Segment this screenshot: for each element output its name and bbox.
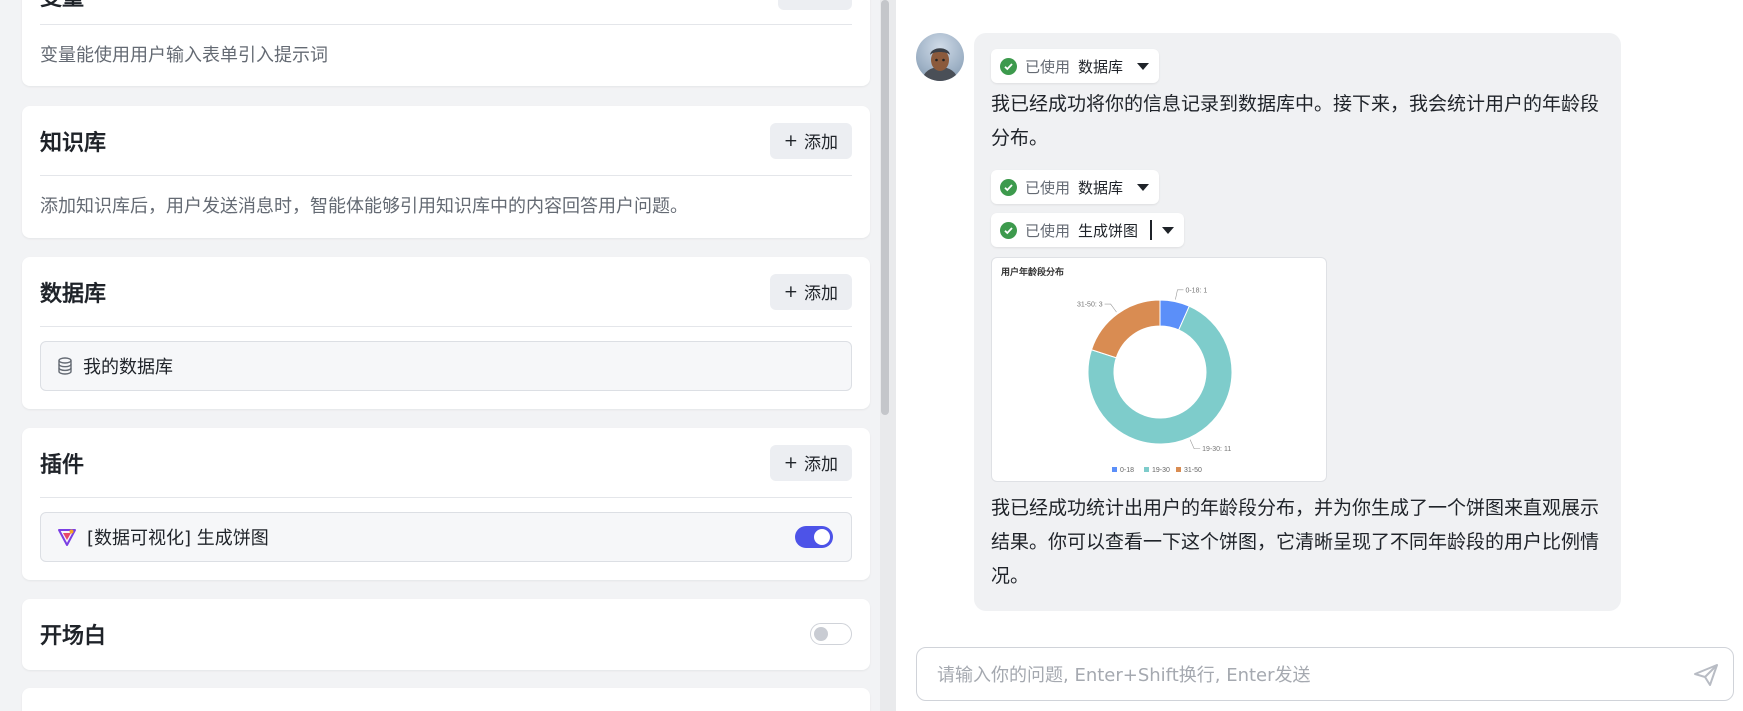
plus-icon: +	[783, 281, 798, 302]
knowledge-description: 添加知识库后，用户发送消息时，智能体能够引用知识库中的内容回答用户问题。	[40, 196, 688, 217]
tool-call-status: 已使用	[1025, 221, 1071, 240]
database-item-label: 我的数据库	[83, 357, 173, 378]
chat-input[interactable]: 请输入你的问题, Enter+Shift换行, Enter发送	[916, 647, 1734, 701]
chart-title: 用户年龄段分布	[1000, 266, 1064, 277]
legend-swatch	[1112, 467, 1117, 472]
tool-call-status: 已使用	[1025, 57, 1071, 76]
pie-leader-line	[1189, 439, 1201, 450]
knowledge-add-label: 添加	[804, 133, 838, 153]
tool-call-name: 数据库	[1078, 57, 1124, 76]
plugins-card: 插件 + 添加 [数据可视化] 生成饼图	[22, 428, 870, 580]
legend-label[interactable]: 31-50	[1184, 467, 1202, 474]
send-icon[interactable]	[1693, 663, 1719, 692]
database-item[interactable]: 我的数据库	[40, 341, 852, 391]
knowledge-card-header: 知识库 + 添加	[40, 106, 852, 176]
pie-chart: 用户年龄段分布 0-18: 1 19-30: 11 31-50: 3 0-18 19-…	[1000, 266, 1233, 474]
variables-description: 变量能使用用户输入表单引入提示词	[40, 45, 328, 66]
legend-label[interactable]: 19-30	[1152, 467, 1170, 474]
plugins-add-label: 添加	[804, 455, 838, 475]
database-add-button[interactable]: + 添加	[769, 273, 852, 310]
database-card-header: 数据库 + 添加	[40, 257, 852, 327]
opening-title: 开场白	[40, 624, 107, 649]
plugin-item[interactable]: [数据可视化] 生成饼图	[40, 512, 852, 562]
variables-card-header: 变量	[40, 0, 852, 25]
caret-down-icon	[1162, 226, 1175, 234]
plugin-item-label: [数据可视化] 生成饼图	[87, 528, 269, 549]
legend-swatch	[1144, 467, 1149, 472]
message-text: 我已经成功统计出用户的年龄段分布，并为你生成了一个饼图来直观展示结果。你可以查看…	[991, 497, 1600, 587]
tool-call-chip[interactable]: 已使用 数据库	[991, 49, 1160, 83]
pie-chart-card[interactable]: 用户年龄段分布 0-18: 1 19-30: 11 31-50: 3 0-18 19-…	[991, 257, 1327, 482]
plugins-add-button[interactable]: + 添加	[769, 444, 852, 481]
opening-toggle[interactable]	[810, 623, 852, 645]
plugin-enable-toggle[interactable]	[795, 526, 833, 548]
plugin-logo-icon	[57, 527, 77, 547]
message-text: 我已经成功将你的信息记录到数据库中。接下来，我会统计用户的年龄段分布。	[991, 93, 1600, 149]
bot-message-bubble: 已使用 数据库 我已经成功将你的信息记录到数据库中。接下来，我会统计用户的年龄段…	[974, 33, 1621, 611]
text-cursor	[1150, 220, 1153, 240]
config-panel: 变量 变量能使用用户输入表单引入提示词 知识库 + 添加 添加知识库后，用户发送…	[0, 0, 880, 711]
chat-panel: 已使用 数据库 我已经成功将你的信息记录到数据库中。接下来，我会统计用户的年龄段…	[896, 0, 1743, 711]
tool-call-chip[interactable]: 已使用 数据库	[991, 170, 1160, 204]
database-icon	[57, 357, 73, 375]
check-circle-icon	[1000, 221, 1017, 239]
bot-avatar	[916, 33, 964, 81]
knowledge-title: 知识库	[40, 130, 107, 156]
pie-slice-label: 31-50: 3	[1077, 302, 1103, 309]
pie-slice-label: 0-18: 1	[1185, 287, 1207, 294]
caret-down-icon	[1137, 62, 1150, 70]
tool-call-chip[interactable]: 已使用 生成饼图	[991, 213, 1185, 247]
opening-card-header: 开场白	[40, 599, 852, 669]
chat-input-placeholder: 请输入你的问题, Enter+Shift换行, Enter发送	[937, 665, 1311, 686]
legend-label[interactable]: 0-18	[1120, 467, 1134, 474]
tool-call-name: 数据库	[1078, 178, 1124, 197]
pie-slice-label: 19-30: 11	[1202, 446, 1231, 453]
database-add-label: 添加	[804, 284, 838, 304]
plus-icon: +	[783, 452, 798, 473]
pie-leader-line	[1104, 303, 1117, 313]
tool-call-status: 已使用	[1025, 178, 1071, 197]
plus-icon: +	[783, 130, 798, 151]
next-card	[22, 688, 870, 711]
scrollbar-thumb[interactable]	[881, 0, 889, 415]
legend-swatch	[1176, 467, 1181, 472]
database-title: 数据库	[40, 281, 107, 307]
plugins-title: 插件	[40, 452, 85, 478]
variables-card: 变量 变量能使用用户输入表单引入提示词	[22, 0, 870, 86]
variables-title: 变量	[40, 0, 84, 12]
knowledge-card: 知识库 + 添加 添加知识库后，用户发送消息时，智能体能够引用知识库中的内容回答…	[22, 106, 870, 238]
plugins-card-header: 插件 + 添加	[40, 428, 852, 498]
check-circle-icon	[1000, 178, 1017, 196]
pie-slice-31-50[interactable]	[1090, 299, 1161, 359]
database-card: 数据库 + 添加 我的数据库	[22, 257, 870, 409]
caret-down-icon	[1137, 183, 1150, 191]
pie-leader-line	[1175, 289, 1184, 300]
variables-add-button[interactable]	[778, 0, 852, 10]
opening-card: 开场白	[22, 599, 870, 670]
check-circle-icon	[1000, 57, 1017, 75]
knowledge-add-button[interactable]: + 添加	[769, 122, 852, 159]
tool-call-name: 生成饼图	[1078, 221, 1139, 240]
